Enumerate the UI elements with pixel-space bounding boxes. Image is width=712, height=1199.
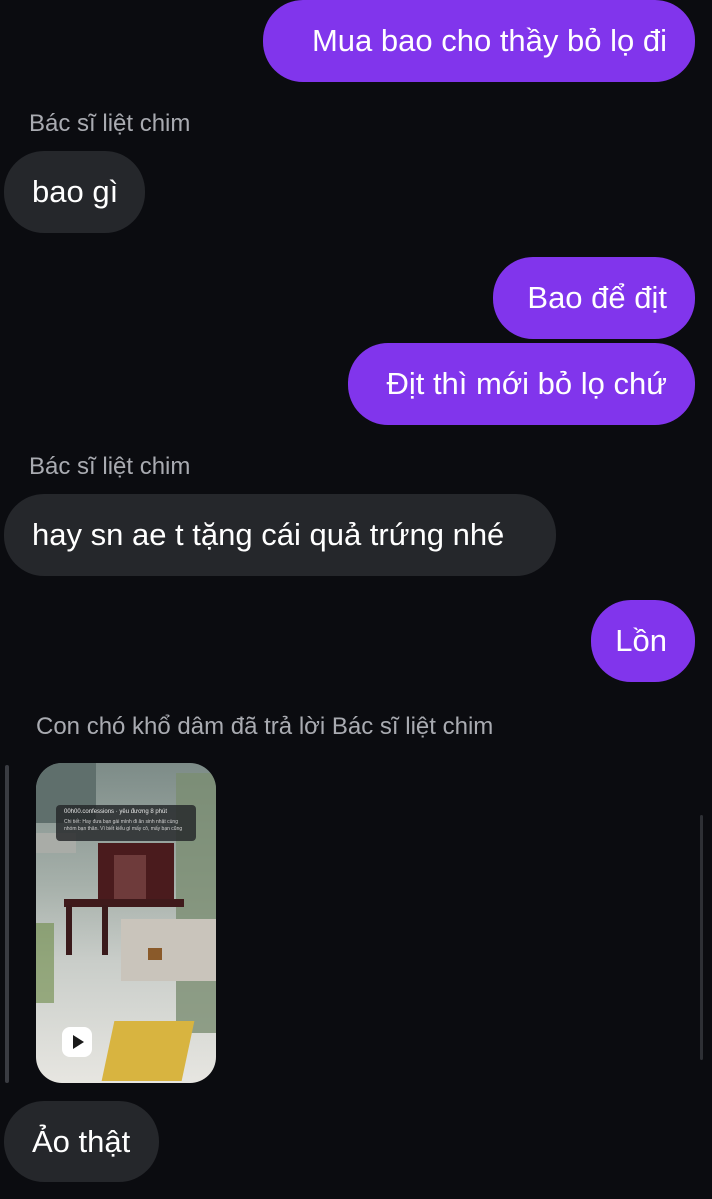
thumb-grass [36, 923, 54, 1003]
message-outgoing[interactable]: Lồn [591, 600, 695, 682]
message-text: Ảo thật [32, 1123, 131, 1159]
thumb-pole [102, 905, 108, 955]
message-text: Lồn [615, 623, 667, 659]
message-outgoing[interactable]: Mua bao cho thầy bỏ lọ đi [263, 0, 695, 82]
message-incoming[interactable]: bao gì [4, 151, 145, 233]
message-incoming[interactable]: hay sn ae t tặng cái quả trứng nhé [4, 494, 556, 576]
message-text: bao gì [32, 174, 119, 210]
message-text: Bao để địt [527, 280, 667, 316]
message-text: Mua bao cho thầy bỏ lọ đi [311, 23, 667, 59]
message-outgoing[interactable]: Bao để địt [493, 257, 695, 339]
message-outgoing[interactable]: Địt thì mới bỏ lọ chứ [348, 343, 695, 425]
message-text: hay sn ae t tặng cái quả trứng nhé [32, 517, 505, 553]
chat-thread: Mua bao cho thầy bỏ lọ đi Bác sĩ liệt ch… [0, 0, 712, 1199]
reply-indicator-bar [5, 765, 9, 1083]
reel-thumbnail[interactable]: 00h00.confessions · yêu đương 8 phút Chi… [36, 763, 216, 1083]
thumb-pole [66, 905, 72, 955]
message-text: Địt thì mới bỏ lọ chứ [386, 366, 667, 402]
play-icon[interactable] [62, 1027, 92, 1057]
reply-label: Con chó khổ dâm đã trả lời Bác sĩ liệt c… [36, 713, 494, 740]
thumb-post-title: 00h00.confessions · yêu đương 8 phút [64, 809, 168, 815]
thumb-house-door [114, 855, 146, 905]
thumb-hay-block [101, 1021, 195, 1081]
thumb-post-text: Chi tiết: Hay đưa bạn gái mình đi ăn sin… [64, 819, 183, 832]
thumb-stone-block [121, 919, 216, 981]
thumb-sign [148, 948, 162, 960]
sender-name: Bác sĩ liệt chim [29, 110, 191, 137]
message-incoming[interactable]: Ảo thật [4, 1101, 159, 1182]
thumb-house-beam [64, 899, 184, 907]
sender-name: Bác sĩ liệt chim [29, 453, 191, 480]
scrollbar[interactable] [700, 815, 703, 1060]
